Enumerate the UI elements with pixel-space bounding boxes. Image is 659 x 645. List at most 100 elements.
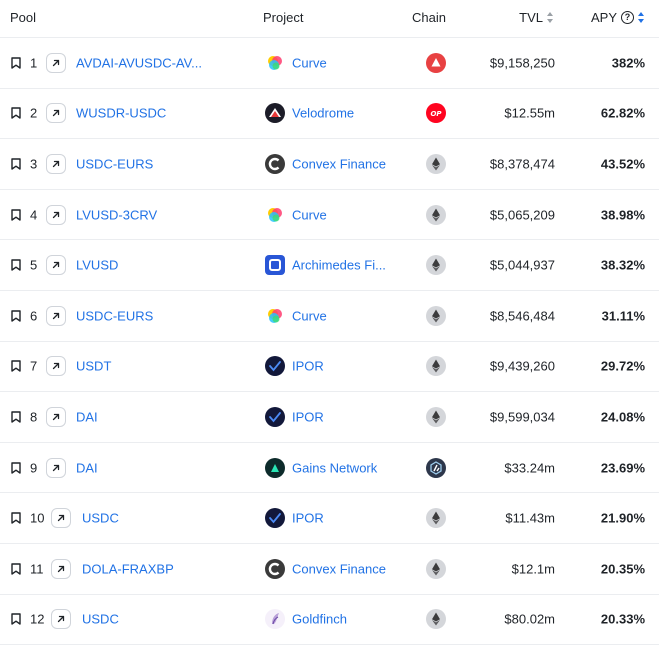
table-row[interactable]: 3 USDC-EURS Convex Finance $8,378,474 43.52% (0, 139, 659, 190)
external-link-icon[interactable] (51, 609, 71, 630)
tvl-value: $9,599,034 (489, 409, 555, 425)
apy-value: 29.72% (600, 358, 645, 374)
convex-logo (265, 153, 285, 174)
ethereum-icon (426, 305, 446, 326)
apy-sort-header[interactable]: APY ? (591, 10, 645, 25)
rank-number: 6 (30, 308, 38, 324)
rank-number: 1 (30, 55, 38, 71)
rank-number: 2 (30, 105, 38, 121)
pool-link[interactable]: USDT (76, 359, 111, 374)
project-link[interactable]: Convex Finance (292, 561, 386, 576)
curve-logo (265, 205, 285, 225)
external-link-icon[interactable] (51, 508, 71, 529)
tvl-value: $12.1m (511, 561, 555, 577)
project-link[interactable]: Curve (292, 207, 327, 222)
pool-link[interactable]: USDC-EURS (76, 308, 153, 323)
rank-number: 9 (30, 460, 38, 476)
pool-column-header: Pool (10, 10, 37, 25)
pool-link[interactable]: DOLA-FRAXBP (82, 561, 174, 576)
pool-link[interactable]: AVDAI-AVUSDC-AV... (76, 55, 202, 70)
table-row[interactable]: 1 AVDAI-AVUSDC-AV... Curve $9,158,250 382% (0, 38, 659, 89)
table-header: Pool Project Chain TVL APY ? (0, 0, 659, 38)
table-row[interactable]: 5 LVUSD Archimedes Fi... $5,044,937 38.32% (0, 240, 659, 291)
bookmark-icon[interactable] (11, 461, 21, 474)
bookmark-icon[interactable] (11, 360, 21, 373)
tvl-value: $11.43m (505, 510, 555, 526)
curve-logo (265, 306, 285, 326)
project-link[interactable]: Gains Network (292, 460, 377, 475)
external-link-icon[interactable] (46, 103, 66, 124)
pool-link[interactable]: USDC (82, 612, 119, 627)
bookmark-icon[interactable] (11, 563, 21, 575)
tvl-value: $8,378,474 (489, 156, 555, 172)
ipor-logo (265, 508, 285, 529)
external-link-icon[interactable] (46, 204, 66, 225)
project-link[interactable]: Goldfinch (292, 612, 347, 627)
bookmark-icon[interactable] (11, 411, 21, 423)
external-link-icon[interactable] (46, 153, 66, 174)
bookmark-icon[interactable] (11, 57, 21, 69)
bookmark-icon[interactable] (11, 613, 21, 626)
tvl-value: $9,158,250 (489, 55, 555, 71)
bookmark-icon[interactable] (11, 310, 21, 322)
tvl-value: $8,546,484 (489, 308, 555, 324)
apy-value: 20.35% (600, 561, 645, 577)
pool-link[interactable]: WUSDR-USDC (76, 106, 166, 121)
rank-number: 10 (30, 510, 45, 526)
tvl-sort-header[interactable]: TVL (519, 10, 554, 25)
bookmark-icon[interactable] (11, 259, 21, 271)
table-row[interactable]: 8 DAI IPOR $9,599,034 24.08% (0, 392, 659, 443)
ethereum-icon (426, 204, 446, 225)
table-row[interactable]: 6 USDC-EURS Curve $8,546,484 31.11% (0, 291, 659, 342)
table-row[interactable]: 2 WUSDR-USDC Velodrome OP $12.55m 62.82% (0, 89, 659, 140)
apy-value: 23.69% (600, 460, 645, 476)
external-link-icon[interactable] (46, 305, 66, 326)
help-icon[interactable]: ? (621, 11, 634, 24)
ethereum-icon (426, 508, 446, 529)
project-link[interactable]: IPOR (292, 409, 324, 424)
apy-column-label: APY (590, 10, 617, 25)
table-row[interactable]: 11 DOLA-FRAXBP Convex Finance $12.1m 20.35% (0, 544, 659, 595)
tvl-value: $12.55m (504, 105, 555, 121)
external-link-icon[interactable] (51, 558, 71, 579)
pool-link[interactable]: DAI (76, 409, 98, 424)
table-row[interactable]: 4 LVUSD-3CRV Curve $5,065,209 38.98% (0, 190, 659, 241)
table-row[interactable]: 7 USDT IPOR $9,439,260 29.72% (0, 342, 659, 393)
bookmark-icon[interactable] (11, 512, 21, 524)
project-link[interactable]: Curve (292, 55, 327, 70)
bookmark-icon[interactable] (11, 208, 21, 221)
ethereum-icon (426, 153, 446, 174)
rank-number: 5 (30, 257, 38, 273)
apy-value: 24.08% (600, 409, 645, 425)
project-link[interactable]: IPOR (292, 511, 324, 526)
sort-icon (547, 12, 554, 23)
external-link-icon[interactable] (46, 457, 66, 478)
project-link[interactable]: Curve (292, 308, 327, 323)
project-link[interactable]: Velodrome (292, 106, 354, 121)
bookmark-icon[interactable] (11, 107, 21, 120)
pool-link[interactable]: DAI (76, 460, 98, 475)
ethereum-icon (426, 406, 446, 427)
rank-number: 7 (30, 358, 38, 374)
project-link[interactable]: Archimedes Fi... (292, 258, 386, 273)
tvl-value: $33.24m (504, 460, 555, 476)
optimism-icon: OP (426, 103, 446, 124)
project-column-header: Project (263, 10, 304, 25)
project-link[interactable]: IPOR (292, 359, 324, 374)
pool-link[interactable]: LVUSD (76, 258, 118, 273)
table-row[interactable]: 10 USDC IPOR $11.43m 21.90% (0, 493, 659, 544)
archimedes-logo (265, 255, 285, 276)
external-link-icon[interactable] (46, 52, 66, 73)
table-row[interactable]: 9 DAI Gains Network $33.24m 23.69% (0, 443, 659, 494)
pool-link[interactable]: USDC-EURS (76, 156, 153, 171)
external-link-icon[interactable] (46, 406, 66, 427)
apy-value: 21.90% (600, 510, 645, 526)
pool-link[interactable]: USDC (82, 511, 119, 526)
external-link-icon[interactable] (46, 255, 66, 276)
apy-value: 38.32% (600, 257, 645, 273)
pool-link[interactable]: LVUSD-3CRV (76, 207, 157, 222)
table-row[interactable]: 12 USDC Goldfinch $80.02m 20.33% (0, 595, 659, 645)
external-link-icon[interactable] (46, 356, 66, 377)
bookmark-icon[interactable] (11, 158, 21, 170)
project-link[interactable]: Convex Finance (292, 156, 386, 171)
